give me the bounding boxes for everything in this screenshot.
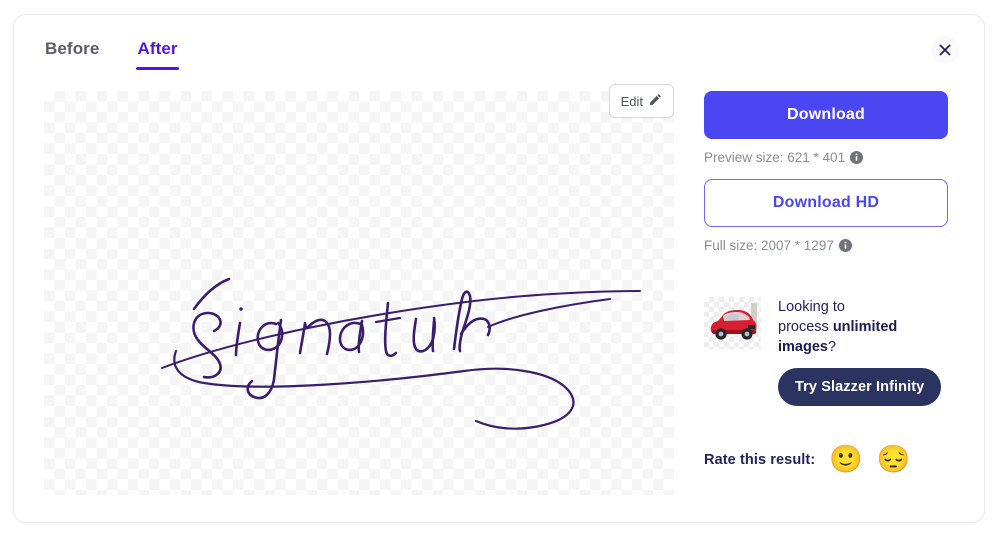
result-modal: Before After Edit Download Preview size:… bbox=[13, 14, 985, 523]
promo-line-1: Looking to bbox=[778, 299, 845, 315]
tab-bar: Before After bbox=[44, 37, 179, 70]
download-button[interactable]: Download bbox=[704, 91, 948, 139]
rating-label: Rate this result: bbox=[704, 451, 816, 468]
close-button[interactable] bbox=[931, 36, 959, 64]
promo-line-2-prefix: process bbox=[778, 319, 833, 335]
edit-button-label: Edit bbox=[620, 93, 643, 109]
download-hd-button[interactable]: Download HD bbox=[704, 179, 948, 227]
info-icon[interactable] bbox=[850, 151, 864, 164]
pencil-icon bbox=[649, 93, 662, 109]
image-preview-panel: Edit bbox=[44, 84, 674, 495]
promo-line-3: images? bbox=[778, 337, 941, 357]
close-icon bbox=[938, 43, 952, 57]
promo-line-3-bold: images bbox=[778, 339, 828, 355]
promo-line-2-bold: unlimited bbox=[832, 319, 898, 335]
tab-after[interactable]: After bbox=[136, 37, 179, 70]
full-size-label: Full size: 2007 * 1297 bbox=[704, 238, 834, 253]
full-size-note: Full size: 2007 * 1297 bbox=[704, 238, 948, 253]
slightly-smiling-face-emoji[interactable]: 🙂 bbox=[829, 446, 863, 473]
promo-banner: Looking to process unlimited images? Try… bbox=[704, 297, 948, 406]
red-car-thumbnail bbox=[704, 297, 761, 349]
tab-before[interactable]: Before bbox=[44, 37, 100, 70]
rating-row: Rate this result: 🙂 😔 bbox=[704, 446, 948, 473]
preview-size-note: Preview size: 621 * 401 bbox=[704, 150, 948, 165]
try-slazzer-infinity-button[interactable]: Try Slazzer Infinity bbox=[778, 368, 942, 406]
promo-text: Looking to process unlimited images? bbox=[778, 297, 941, 357]
preview-size-label: Preview size: 621 * 401 bbox=[704, 150, 846, 165]
promo-line-2: process unlimited bbox=[778, 317, 941, 337]
edit-button[interactable]: Edit bbox=[608, 84, 674, 118]
pensive-face-emoji[interactable]: 😔 bbox=[877, 446, 911, 473]
actions-panel: Download Preview size: 621 * 401 Downloa… bbox=[704, 91, 948, 473]
info-icon[interactable] bbox=[838, 239, 852, 252]
transparency-checkerboard bbox=[44, 91, 674, 495]
promo-line-3-suffix: ? bbox=[827, 339, 837, 355]
